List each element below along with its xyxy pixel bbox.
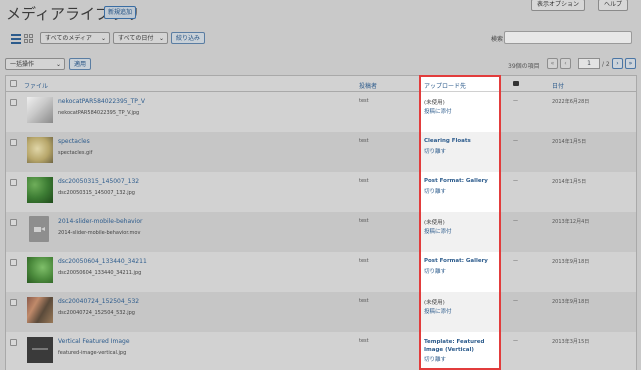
detach-link[interactable]: 切り離す <box>424 187 446 195</box>
media-type-select[interactable]: すべてのメディア ⌄ <box>40 32 110 44</box>
row-checkbox[interactable] <box>10 299 17 306</box>
current-page-input[interactable]: 1 <box>578 58 600 69</box>
file-name: spectacles.gif <box>58 150 93 156</box>
parent-post-link[interactable]: Post Format: Gallery <box>424 178 488 184</box>
row-checkbox[interactable] <box>10 219 17 226</box>
upload-date: 2014年1月5日 <box>552 179 587 185</box>
uploaded-to-status: (未使用) <box>424 220 445 226</box>
author-link[interactable]: test <box>359 138 369 144</box>
next-page-button[interactable]: › <box>612 58 623 69</box>
table-row <box>6 132 636 172</box>
table-header <box>5 75 637 92</box>
total-pages: / 2 <box>602 61 610 68</box>
file-title-link[interactable]: dsc20050315_145007_132 <box>58 178 139 185</box>
date-select[interactable]: すべての日付 ⌄ <box>113 32 168 44</box>
detach-link[interactable]: 切り離す <box>424 355 446 363</box>
file-name: dsc20050315_145007_132.jpg <box>58 190 135 196</box>
comment-count: — <box>513 98 518 104</box>
item-count: 39個の項目 <box>508 63 540 70</box>
parent-post-link[interactable]: Clearing Floats <box>424 138 471 144</box>
bulk-action-select[interactable]: 一括操作 ⌄ <box>5 58 65 70</box>
parent-post-link[interactable]: Post Format: Gallery <box>424 258 488 264</box>
upload-date: 2022年6月28日 <box>552 99 590 105</box>
file-title-link[interactable]: nekocatPAR584022395_TP_V <box>58 98 145 105</box>
author-link[interactable]: test <box>359 258 369 264</box>
row-checkbox[interactable] <box>10 339 17 346</box>
comment-count: — <box>513 178 518 184</box>
date-value: すべての日付 <box>118 35 154 42</box>
author-link[interactable]: test <box>359 338 369 344</box>
thumbnail-image[interactable] <box>27 257 53 283</box>
upload-date: 2013年9月18日 <box>552 259 590 265</box>
help-button[interactable]: ヘルプ <box>598 0 629 11</box>
add-new-button[interactable]: 新規追加 <box>104 6 137 19</box>
thumbnail-image[interactable] <box>27 97 53 123</box>
comment-count: — <box>513 138 518 144</box>
author-link[interactable]: test <box>359 178 369 184</box>
first-page-button[interactable]: « <box>547 58 558 69</box>
list-view-icon[interactable] <box>11 34 21 44</box>
file-name: dsc20040724_152504_532.jpg <box>58 310 135 316</box>
search-input[interactable] <box>504 31 632 44</box>
row-checkbox[interactable] <box>10 259 17 266</box>
row-checkbox[interactable] <box>10 179 17 186</box>
media-type-value: すべてのメディア <box>45 35 92 42</box>
comment-count: — <box>513 218 518 224</box>
attach-link[interactable]: 投稿に添付 <box>424 307 452 315</box>
thumbnail-image[interactable] <box>27 137 53 163</box>
author-link[interactable]: test <box>359 298 369 304</box>
uploaded-to-status: (未使用) <box>424 300 445 306</box>
bulk-action-value: 一括操作 <box>10 61 35 68</box>
detach-link[interactable]: 切り離す <box>424 147 446 155</box>
screen-options-button[interactable]: 表示オプション <box>531 0 586 11</box>
column-author: 投稿者 <box>359 83 378 90</box>
filter-button[interactable]: 絞り込み <box>171 32 206 44</box>
chevron-down-icon: ⌄ <box>100 35 106 42</box>
author-link[interactable]: test <box>359 98 369 104</box>
parent-post-link[interactable]: Template: Featured Image (Vertical) <box>424 338 496 354</box>
prev-page-button[interactable]: ‹ <box>560 58 571 69</box>
upload-date: 2013年12月4日 <box>552 219 590 225</box>
upload-date: 2013年9月18日 <box>552 299 590 305</box>
column-uploaded-to[interactable]: アップロード先 <box>424 81 466 90</box>
file-title-link[interactable]: spectacles <box>58 138 90 145</box>
uploaded-to-status: (未使用) <box>424 100 445 106</box>
upload-date: 2014年1月5日 <box>552 139 587 145</box>
apply-button[interactable]: 適用 <box>69 58 92 70</box>
video-file-icon[interactable] <box>29 216 49 242</box>
row-checkbox[interactable] <box>10 139 17 146</box>
thumbnail-image[interactable] <box>27 337 53 363</box>
author-link[interactable]: test <box>359 218 369 224</box>
comment-count: — <box>513 258 518 264</box>
grid-view-icon[interactable] <box>24 34 34 44</box>
file-title-link[interactable]: 2014-slider-mobile-behavior <box>58 218 143 225</box>
attach-link[interactable]: 投稿に添付 <box>424 227 452 235</box>
file-title-link[interactable]: dsc20050604_133440_34211 <box>58 258 147 265</box>
file-name: dsc20050604_133440_34211.jpg <box>58 270 142 276</box>
file-name: nekocatPAR584022395_TP_V.jpg <box>58 110 140 116</box>
last-page-button[interactable]: » <box>625 58 636 69</box>
thumbnail-image[interactable] <box>27 177 53 203</box>
file-name: featured-image-vertical.jpg <box>58 350 127 356</box>
detach-link[interactable]: 切り離す <box>424 267 446 275</box>
chevron-down-icon: ⌄ <box>158 35 164 42</box>
file-title-link[interactable]: Vertical Featured Image <box>58 338 130 345</box>
select-all-checkbox[interactable] <box>10 80 17 87</box>
file-title-link[interactable]: dsc20040724_152504_532 <box>58 298 139 305</box>
column-file[interactable]: ファイル <box>24 81 48 90</box>
comment-count: — <box>513 298 518 304</box>
column-date[interactable]: 日付 <box>552 81 564 90</box>
comment-bubble-icon[interactable] <box>513 81 519 86</box>
search-label: 検索 <box>491 36 504 43</box>
file-name: 2014-slider-mobile-behavior.mov <box>58 230 141 236</box>
thumbnail-image[interactable] <box>27 297 53 323</box>
comment-count: — <box>513 338 518 344</box>
attach-link[interactable]: 投稿に添付 <box>424 107 452 115</box>
row-checkbox[interactable] <box>10 99 17 106</box>
upload-date: 2013年3月15日 <box>552 339 590 345</box>
chevron-down-icon: ⌄ <box>55 61 61 68</box>
